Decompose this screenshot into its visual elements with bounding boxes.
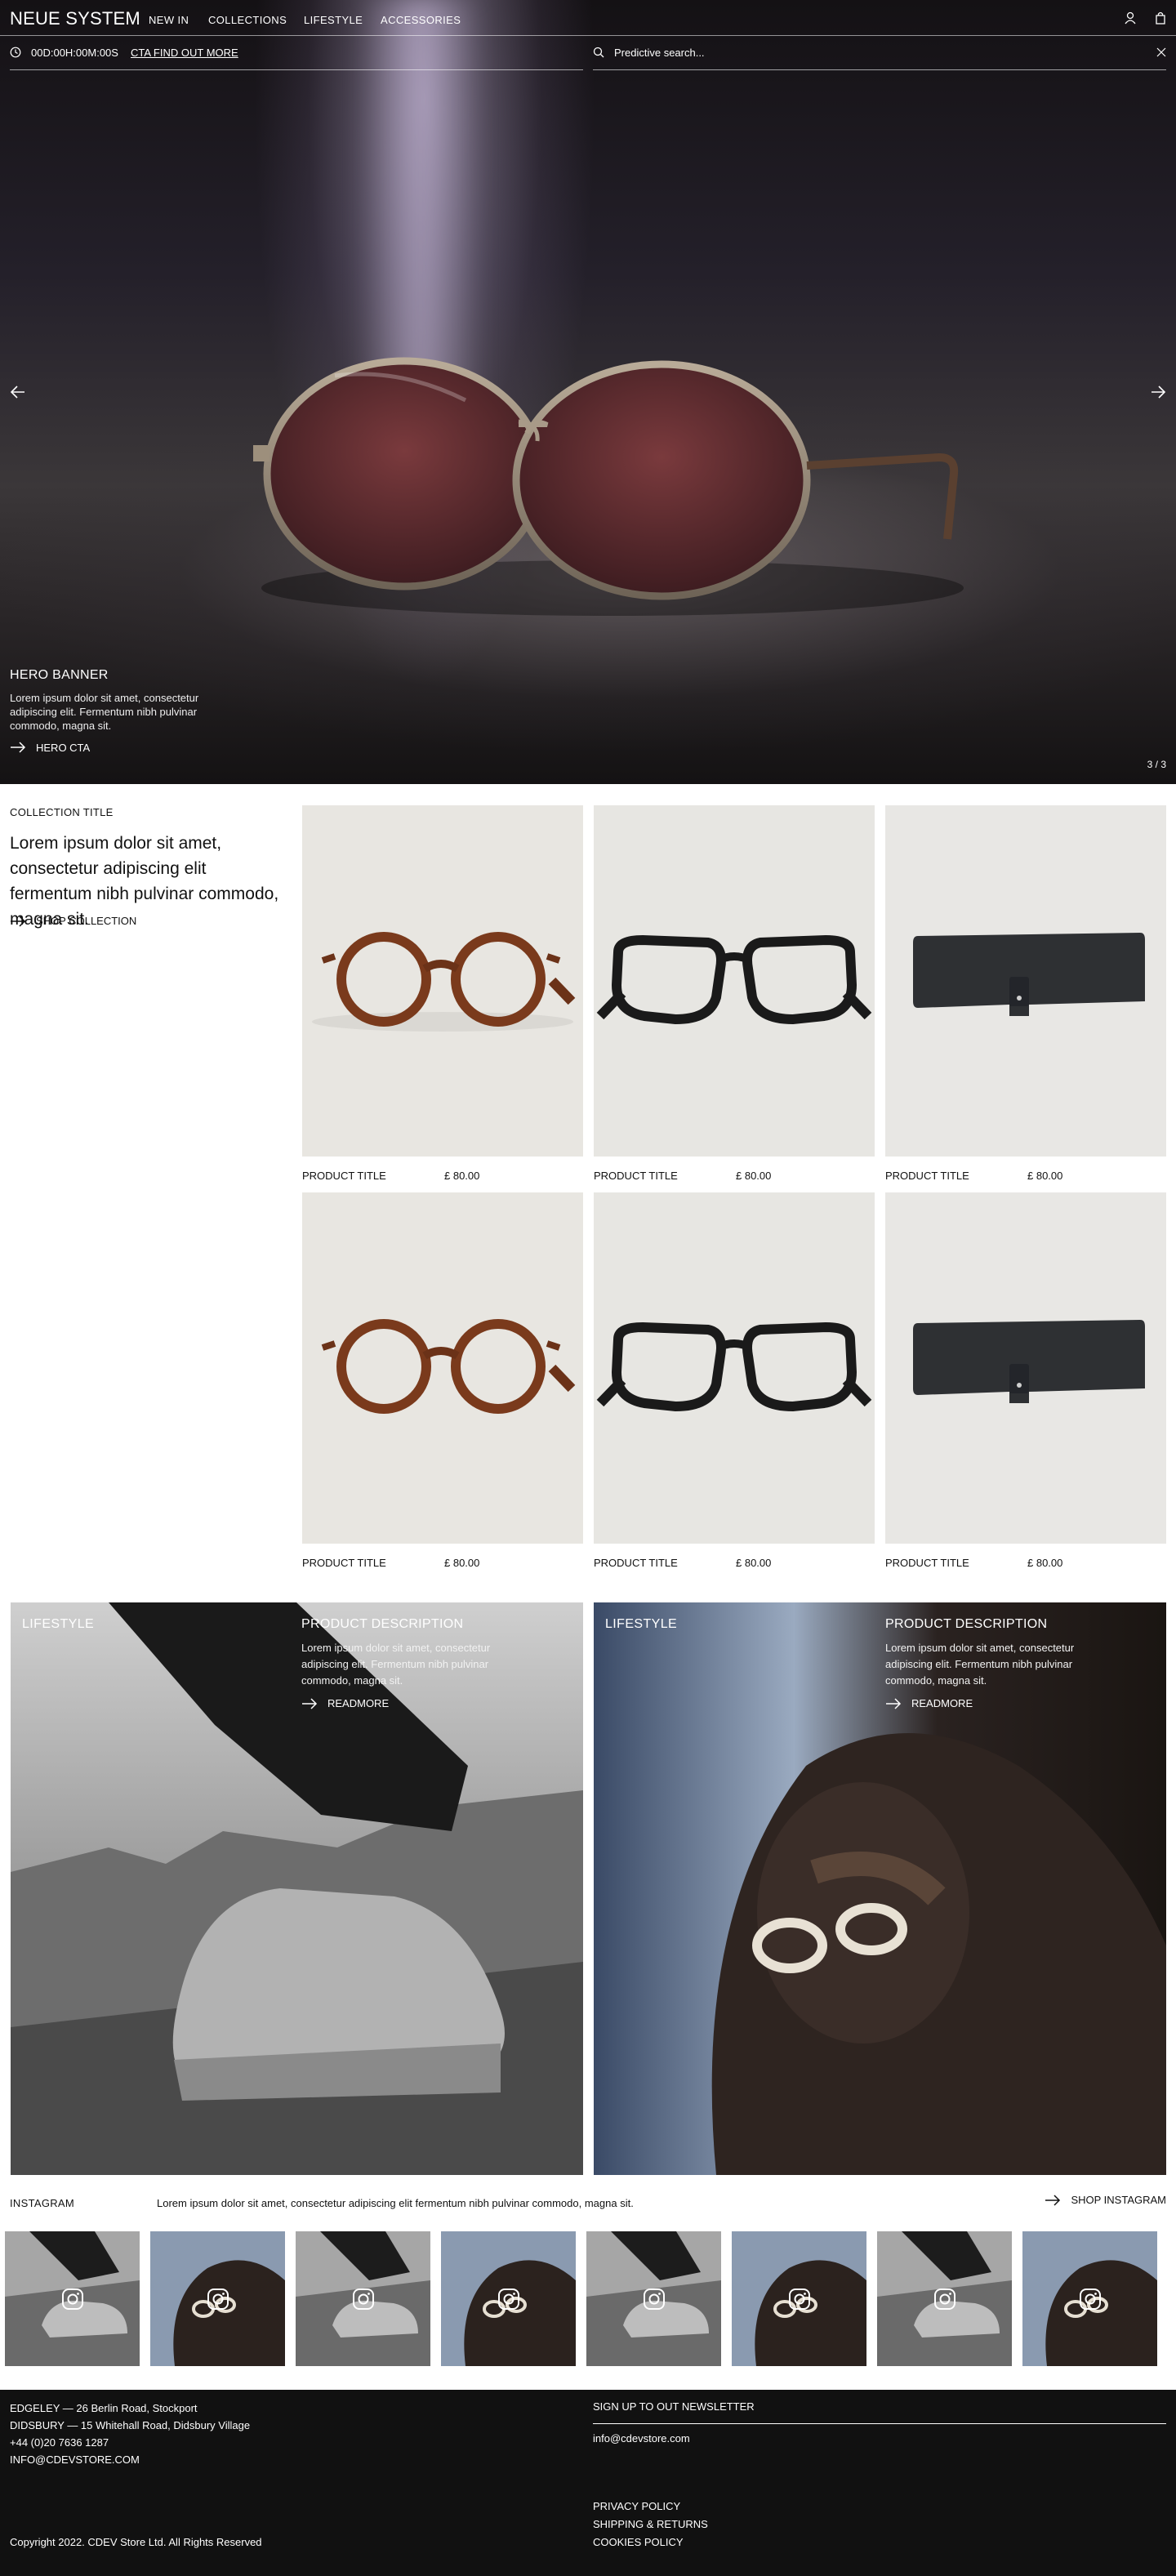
hero-title: HERO BANNER <box>10 668 109 682</box>
footer-address-didsbury: DIDSBURY — 15 Whitehall Road, Didsbury V… <box>10 2419 251 2431</box>
product-image-glasses-case[interactable] <box>885 805 1166 1157</box>
product-card[interactable]: PRODUCT TITLE £ 80.00 <box>302 1192 583 1569</box>
product-price: £ 80.00 <box>736 1557 772 1569</box>
promo-cta-link[interactable]: CTA FIND OUT MORE <box>131 47 238 59</box>
footer-phone[interactable]: +44 (0)20 7636 1287 <box>10 2434 109 2452</box>
footer-email[interactable]: INFO@CDEVSTORE.COM <box>10 2451 140 2469</box>
readmore-label: READMORE <box>911 1697 973 1709</box>
product-image-glasses-case[interactable] <box>885 1192 1166 1544</box>
lifestyle-card-portrait[interactable]: LIFESTYLE PRODUCT DESCRIPTION Lorem ipsu… <box>594 1602 1166 2175</box>
search-icon <box>593 47 604 58</box>
arrow-right-icon <box>1045 2194 1061 2206</box>
bag-icon[interactable] <box>1153 11 1168 25</box>
shop-instagram-button[interactable]: SHOP INSTAGRAM <box>1045 2194 1166 2206</box>
instagram-icon <box>351 2287 376 2311</box>
instagram-icon <box>642 2287 666 2311</box>
lifestyle-description-title: PRODUCT DESCRIPTION <box>301 1617 464 1631</box>
instagram-tile[interactable] <box>586 2231 721 2366</box>
product-price: £ 80.00 <box>1027 1170 1063 1182</box>
product-title[interactable]: PRODUCT TITLE <box>302 1557 386 1569</box>
lifestyle-description-text: Lorem ipsum dolor sit amet, consectetur … <box>885 1642 1075 1687</box>
lifestyle-description-text: Lorem ipsum dolor sit amet, consectetur … <box>301 1642 491 1687</box>
nav-accessories[interactable]: ACCESSORIES <box>381 14 461 26</box>
readmore-label: READMORE <box>327 1697 390 1709</box>
shop-collection-label: SHOP COLLECTION <box>36 915 137 927</box>
product-title[interactable]: PRODUCT TITLE <box>594 1557 678 1569</box>
product-image-tortoise-glasses[interactable] <box>302 805 583 1157</box>
instagram-tile[interactable] <box>296 2231 430 2366</box>
footer-address-edgeley: EDGELEY — 26 Berlin Road, Stockport <box>10 2402 198 2414</box>
product-title[interactable]: PRODUCT TITLE <box>302 1170 386 1182</box>
promo-bar: 00D:00H:00M:00S CTA FIND OUT MORE <box>10 44 583 70</box>
account-icon[interactable] <box>1123 11 1138 25</box>
product-card[interactable]: PRODUCT TITLE £ 80.00 <box>885 1192 1166 1569</box>
newsletter-divider <box>593 2423 1166 2424</box>
instagram-tile[interactable] <box>150 2231 285 2366</box>
instagram-icon <box>933 2287 957 2311</box>
instagram-text: Lorem ipsum dolor sit amet, consectetur … <box>157 2197 634 2209</box>
instagram-tile[interactable] <box>877 2231 1012 2366</box>
instagram-tile[interactable] <box>1022 2231 1157 2366</box>
search-bar[interactable]: Predictive search... <box>593 44 1166 70</box>
instagram-icon <box>1078 2287 1102 2311</box>
nav-collections[interactable]: COLLECTIONS <box>208 14 287 26</box>
instagram-tile[interactable] <box>5 2231 140 2366</box>
nav-lifestyle[interactable]: LIFESTYLE <box>304 14 363 26</box>
slide-counter: 3 / 3 <box>1147 759 1166 770</box>
readmore-button[interactable]: READMORE <box>301 1697 389 1709</box>
lifestyle-card-sneaker[interactable]: LIFESTYLE PRODUCT DESCRIPTION Lorem ipsu… <box>11 1602 583 2175</box>
instagram-icon <box>787 2287 812 2311</box>
shop-collection-button[interactable]: SHOP COLLECTION <box>10 915 136 927</box>
footer-link-shipping[interactable]: SHIPPING & RETURNS <box>593 2516 708 2534</box>
hero-sunglasses-image <box>253 357 964 616</box>
nav-new-in[interactable]: NEW IN <box>149 14 189 26</box>
footer-link-privacy[interactable]: PRIVACY POLICY <box>593 2498 680 2516</box>
product-title[interactable]: PRODUCT TITLE <box>594 1170 678 1182</box>
footer-link-cookies[interactable]: COOKIES POLICY <box>593 2534 684 2551</box>
copyright: Copyright 2022. CDEV Store Ltd. All Righ… <box>10 2536 262 2548</box>
product-price: £ 80.00 <box>1027 1557 1063 1569</box>
arrow-right-icon[interactable] <box>1148 382 1168 402</box>
instagram-icon <box>60 2287 85 2311</box>
product-image-black-glasses[interactable] <box>594 805 875 1157</box>
product-price: £ 80.00 <box>444 1557 480 1569</box>
hero-banner: NEUE SYSTEM NEW IN COLLECTIONS LIFESTYLE… <box>0 0 1176 784</box>
product-price: £ 80.00 <box>736 1170 772 1182</box>
hero-text: Lorem ipsum dolor sit amet, consectetur … <box>10 692 199 732</box>
product-title[interactable]: PRODUCT TITLE <box>885 1170 969 1182</box>
shop-instagram-label: SHOP INSTAGRAM <box>1071 2194 1166 2206</box>
site-logo[interactable]: NEUE SYSTEM <box>10 8 140 29</box>
product-price: £ 80.00 <box>444 1170 480 1182</box>
instagram-tile[interactable] <box>732 2231 866 2366</box>
product-title[interactable]: PRODUCT TITLE <box>885 1557 969 1569</box>
arrow-right-icon <box>886 1697 902 1709</box>
instagram-title: INSTAGRAM <box>10 2197 75 2209</box>
arrow-right-icon <box>302 1697 318 1709</box>
hero-cta-label: HERO CTA <box>36 741 91 754</box>
product-image-black-glasses[interactable] <box>594 1192 875 1544</box>
lifestyle-label: LIFESTYLE <box>605 1617 678 1631</box>
arrow-left-icon[interactable] <box>8 382 28 402</box>
instagram-tile[interactable] <box>441 2231 576 2366</box>
product-card[interactable]: PRODUCT TITLE £ 80.00 <box>302 805 583 1182</box>
readmore-button[interactable]: READMORE <box>885 1697 973 1709</box>
countdown-timer: 00D:00H:00M:00S <box>31 47 118 59</box>
product-card[interactable]: PRODUCT TITLE £ 80.00 <box>594 1192 875 1569</box>
instagram-icon <box>497 2287 521 2311</box>
lifestyle-description-title: PRODUCT DESCRIPTION <box>885 1617 1048 1631</box>
product-card[interactable]: PRODUCT TITLE £ 80.00 <box>594 805 875 1182</box>
hero-cta-button[interactable]: HERO CTA <box>10 739 90 755</box>
instagram-icon <box>206 2287 230 2311</box>
lifestyle-label: LIFESTYLE <box>22 1617 95 1631</box>
product-image-tortoise-glasses[interactable] <box>302 1192 583 1544</box>
close-icon[interactable] <box>1156 47 1166 57</box>
arrow-right-icon <box>11 915 26 927</box>
newsletter-email-input[interactable]: info@cdevstore.com <box>593 2430 690 2448</box>
clock-icon <box>10 47 21 58</box>
arrow-right-icon <box>11 742 26 753</box>
collection-title: COLLECTION TITLE <box>10 806 114 818</box>
search-input[interactable]: Predictive search... <box>614 47 705 59</box>
product-card[interactable]: PRODUCT TITLE £ 80.00 <box>885 805 1166 1182</box>
newsletter-title: SIGN UP TO OUT NEWSLETTER <box>593 2400 755 2413</box>
